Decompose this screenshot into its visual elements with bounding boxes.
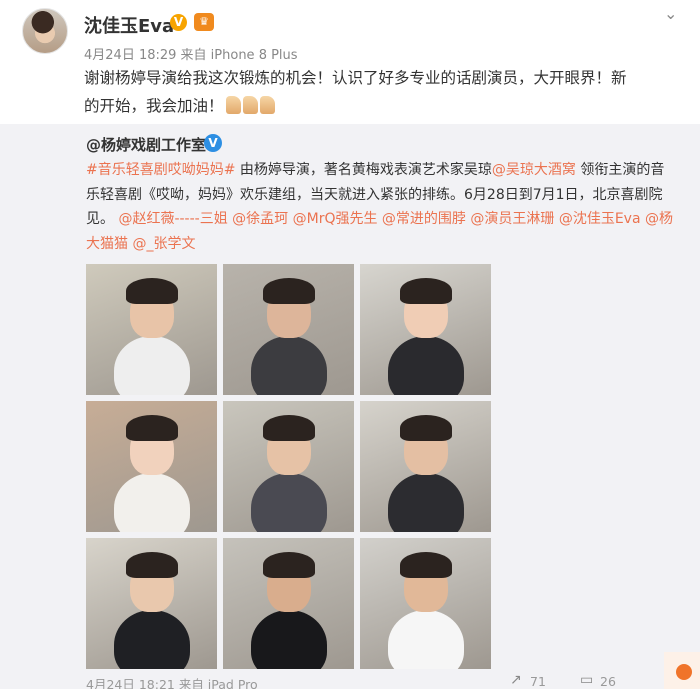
mention-link[interactable]: @演员王淋珊 [466, 211, 554, 227]
strong-emoji-icon [242, 96, 258, 114]
photo-grid [86, 264, 492, 669]
mention-link[interactable]: @吴琼大酒窝 [492, 162, 576, 178]
share-icon[interactable]: ↗ [510, 672, 522, 688]
photo-1[interactable] [86, 264, 217, 395]
weibo-logo-icon [664, 652, 700, 689]
post-text-line1: 谢谢杨婷导演给我这次锻炼的机会！认识了好多专业的话剧演员，大开眼界！新 [84, 69, 627, 87]
avatar[interactable] [22, 8, 68, 54]
verified-icon: V [204, 134, 222, 152]
comment-count[interactable]: 26 [600, 674, 616, 689]
repost-box: @杨婷戏剧工作室 V #音乐轻喜剧哎呦妈妈# 由杨婷导演，著名黄梅戏表演艺术家吴… [0, 124, 700, 689]
post-text-line2: 的开始，我会加油！ [84, 97, 224, 115]
photo-6[interactable] [360, 401, 491, 532]
repost-timestamp[interactable]: 4月24日 18:21 来自 iPad Pro [86, 674, 258, 689]
photo-9[interactable] [360, 538, 491, 669]
mention-link[interactable]: @常进的围脖 [377, 211, 466, 227]
mentions-list: @赵红薇-----三姐 @徐孟珂 @MrQ强先生 @常进的围脖 @演员王淋珊 @… [86, 211, 673, 252]
mention-link[interactable]: @MrQ强先生 [288, 211, 378, 227]
post-timestamp[interactable]: 4月24日 18:29 来自 iPhone 8 Plus [84, 44, 298, 63]
mention-link[interactable]: @徐孟珂 [228, 211, 288, 227]
repost-text: #音乐轻喜剧哎呦妈妈# 由杨婷导演，著名黄梅戏表演艺术家吴琼@吴琼大酒窝 领衔主… [86, 158, 676, 256]
photo-3[interactable] [360, 264, 491, 395]
mention-link[interactable]: @沈佳玉Eva [554, 211, 641, 227]
post-header: 沈佳玉Eva V ♛ 4月24日 18:29 来自 iPhone 8 Plus … [22, 4, 682, 66]
repost-text-part1: 由杨婷导演，著名黄梅戏表演艺术家吴琼 [235, 162, 492, 178]
photo-2[interactable] [223, 264, 354, 395]
chevron-down-icon[interactable]: ⌄ [664, 4, 677, 23]
username[interactable]: 沈佳玉Eva [84, 12, 174, 38]
strong-emoji-icon [225, 96, 241, 114]
photo-5[interactable] [223, 401, 354, 532]
vip-crown-icon[interactable]: ♛ [194, 13, 214, 31]
photo-8[interactable] [223, 538, 354, 669]
repost-author-link[interactable]: @杨婷戏剧工作室 [86, 134, 206, 155]
photo-4[interactable] [86, 401, 217, 532]
strong-emoji-icon [259, 96, 275, 114]
photo-7[interactable] [86, 538, 217, 669]
comment-icon[interactable]: ▭ [580, 672, 593, 688]
verified-icon: V [170, 14, 187, 31]
mention-link[interactable]: @赵红薇-----三姐 [114, 211, 227, 227]
share-count[interactable]: 71 [530, 674, 546, 689]
hashtag-link[interactable]: #音乐轻喜剧哎呦妈妈# [86, 162, 235, 178]
post-text: 谢谢杨婷导演给我这次锻炼的机会！认识了好多专业的话剧演员，大开眼界！新 的开始，… [84, 64, 684, 120]
mention-link[interactable]: @_张学文 [128, 236, 195, 252]
